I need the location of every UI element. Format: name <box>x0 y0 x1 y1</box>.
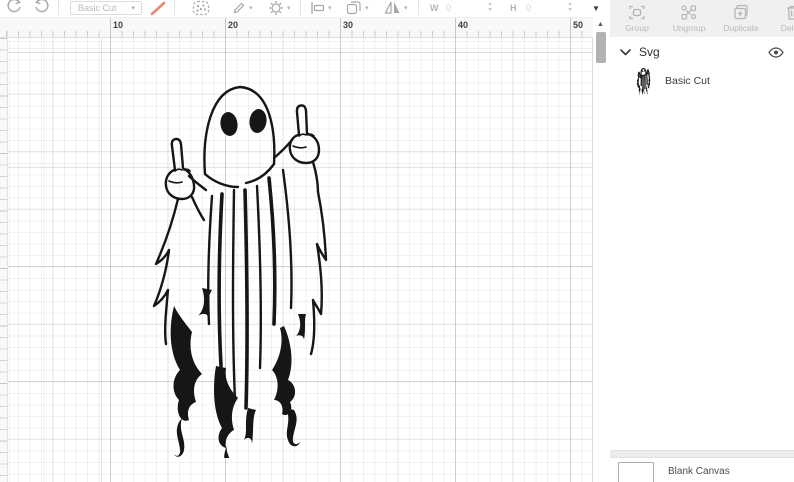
ruler-label: 50 <box>570 20 583 30</box>
height-stepper[interactable]: ▲ ▼ <box>566 1 574 14</box>
undo-icon[interactable] <box>6 0 22 14</box>
ruler-label: 40 <box>455 20 468 30</box>
blank-canvas-row[interactable]: Blank Canvas <box>610 458 794 482</box>
ruler-label: 10 <box>110 20 123 30</box>
ruler-label: 20 <box>225 20 238 30</box>
vertical-ruler <box>0 38 8 482</box>
flip-icon[interactable] <box>384 0 401 15</box>
ungroup-icon <box>680 4 698 21</box>
ruler-ticks <box>0 31 610 37</box>
visibility-eye-icon[interactable] <box>768 47 784 58</box>
horizontal-ruler: 10 20 30 40 50 <box>0 17 610 38</box>
stepper-down-icon[interactable]: ▼ <box>486 7 494 13</box>
chevron-down-icon[interactable]: ▾ <box>249 4 253 12</box>
duplicate-button-label: Duplicate <box>723 23 758 33</box>
chevron-down-icon[interactable]: ▾ <box>404 4 408 12</box>
toolbar-divider <box>300 0 301 15</box>
layer-thumbnail-ghost <box>636 67 651 96</box>
layer-group-row-svg[interactable]: Svg <box>610 40 794 64</box>
design-canvas[interactable] <box>8 38 593 482</box>
toolbar-divider <box>58 0 59 15</box>
chevron-down-icon: ▾ <box>131 3 135 15</box>
linetype-dropdown[interactable]: Basic Cut ▾ <box>70 1 142 15</box>
edit-pencil-icon[interactable] <box>232 1 246 15</box>
ungroup-button[interactable]: Ungroup <box>664 0 714 37</box>
group-icon <box>628 4 646 21</box>
group-button[interactable]: Group <box>612 0 662 37</box>
width-stepper[interactable]: ▲ ▼ <box>486 1 494 14</box>
toolbar-divider <box>174 0 175 15</box>
ungroup-button-label: Ungroup <box>673 23 706 33</box>
duplicate-icon <box>732 4 750 21</box>
canvas-vertical-scrollbar[interactable]: ▲ <box>593 17 610 482</box>
delete-trash-icon <box>784 4 794 21</box>
toolbar-overflow-caret[interactable]: ▼ <box>592 4 600 13</box>
chevron-down-icon[interactable]: ▾ <box>328 4 332 12</box>
redo-icon[interactable] <box>34 0 50 14</box>
design-app-window: Basic Cut ▾ ▾ ▾ <box>0 0 794 482</box>
delete-button-label: Delete <box>781 23 794 33</box>
width-field-value[interactable]: 0 <box>446 3 451 13</box>
width-field-label: W <box>430 3 439 13</box>
height-field-value[interactable]: 0 <box>526 3 531 13</box>
chevron-down-icon[interactable] <box>620 49 631 56</box>
linetype-color-swatch[interactable] <box>150 1 166 16</box>
pattern-select-icon[interactable] <box>192 0 210 16</box>
align-icon[interactable] <box>310 1 325 15</box>
scroll-up-icon[interactable]: ▲ <box>597 21 604 28</box>
arrange-icon[interactable] <box>346 0 362 16</box>
blank-canvas-swatch[interactable] <box>618 462 654 482</box>
linetype-value: Basic Cut <box>78 2 117 14</box>
chevron-down-icon[interactable]: ▾ <box>365 4 369 12</box>
delete-button[interactable]: Delete <box>768 0 794 37</box>
toolbar-divider <box>418 0 419 15</box>
layer-row-basic-cut[interactable]: Basic Cut <box>610 64 794 98</box>
edit-toolbar: Basic Cut ▾ ▾ ▾ <box>0 0 610 17</box>
scrollbar-thumb[interactable] <box>596 32 606 63</box>
layer-group-label: Svg <box>639 45 660 59</box>
layers-panel-actions: Group Ungroup <box>610 0 794 37</box>
offset-gear-icon[interactable] <box>268 0 284 16</box>
group-button-label: Group <box>625 23 649 33</box>
layers-panel: Group Ungroup <box>610 0 794 482</box>
duplicate-button[interactable]: Duplicate <box>716 0 766 37</box>
stepper-down-icon[interactable]: ▼ <box>566 7 574 13</box>
panel-divider <box>610 450 794 458</box>
height-field-label: H <box>510 3 517 13</box>
blank-canvas-label: Blank Canvas <box>668 466 730 477</box>
ghost-artwork[interactable] <box>148 78 332 458</box>
chevron-down-icon[interactable]: ▾ <box>287 4 291 12</box>
layer-label: Basic Cut <box>665 75 710 87</box>
ruler-label: 30 <box>340 20 353 30</box>
